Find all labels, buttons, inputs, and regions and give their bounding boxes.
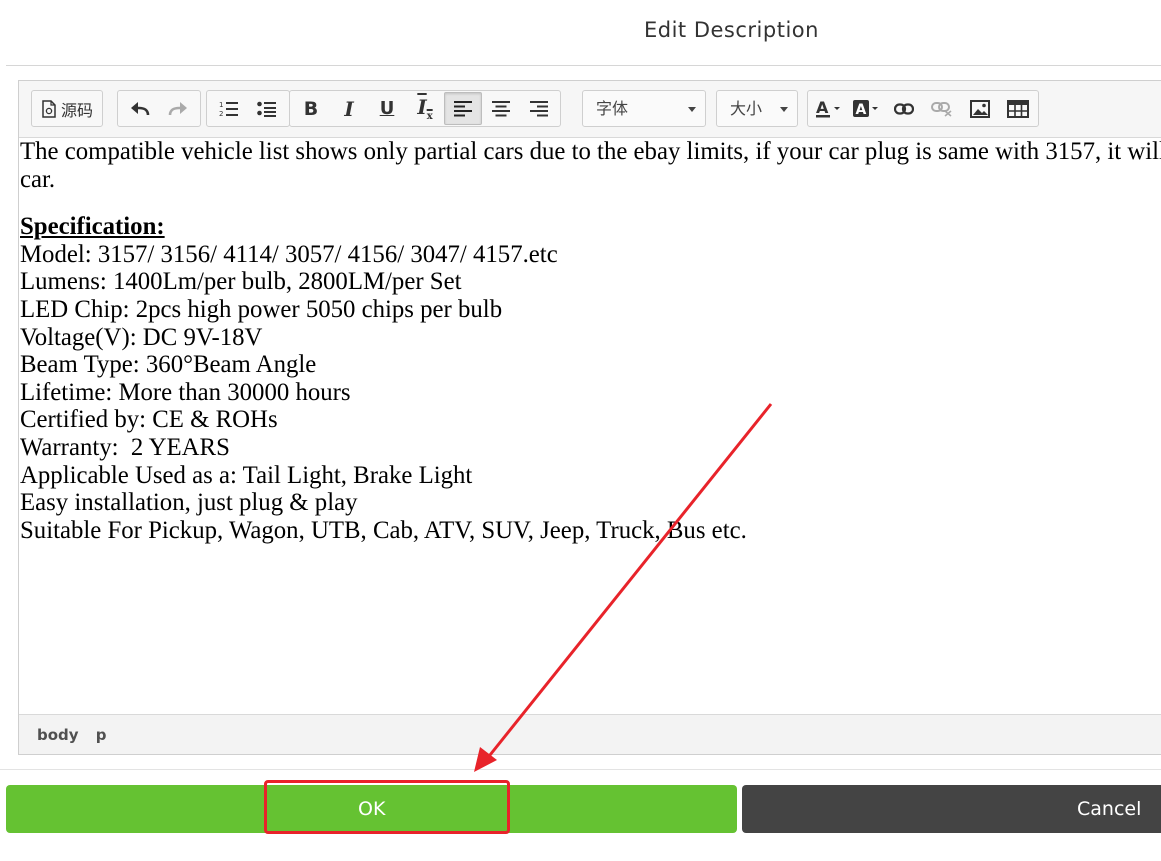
ok-button[interactable]: OK [6,785,737,833]
align-left-button[interactable] [444,92,482,125]
source-icon [42,99,56,118]
toolbar-group-format: B I U Ix [289,90,561,127]
italic-icon: I [344,96,354,121]
spec-line: Warranty: 2 YEARS [20,433,230,461]
redo-button[interactable] [159,92,197,125]
font-family-combo-label: 字体 [596,99,629,118]
numbered-list-button[interactable]: 12 [210,92,248,125]
svg-text:2: 2 [219,110,223,118]
source-button[interactable]: 源码 [35,92,99,125]
underline-icon: U [379,98,395,119]
editor-toolbar: 源码 12 B I U Ix 字体 大小 A A [19,81,1161,138]
spec-line: Easy installation, just plug & play [20,489,358,517]
bulleted-list-button[interactable] [248,92,286,125]
source-button-label: 源码 [61,100,94,120]
intro-line: car. [20,165,56,193]
title-divider [6,65,1161,66]
spec-line: Certified by: CE & ROHs [20,406,278,434]
numbered-list-icon: 12 [219,101,238,118]
font-size-combo[interactable]: 大小 [716,90,798,127]
background-color-button[interactable]: A [847,92,885,125]
align-right-icon [530,100,548,116]
table-button[interactable] [999,92,1037,125]
spec-line: Lumens: 1400Lm/per bulb, 2800LM/per Set [20,268,462,296]
rich-text-editor: 源码 12 B I U Ix 字体 大小 A A The compatible … [18,80,1161,755]
footer-divider [0,769,1161,770]
spec-line: Applicable Used as a: Tail Light, Brake … [20,461,473,489]
chevron-down-icon [688,107,696,112]
path-item-body[interactable]: body [37,726,79,744]
align-right-button[interactable] [520,92,558,125]
chevron-down-icon [780,107,788,112]
spec-line: Lifetime: More than 30000 hours [20,378,351,406]
text-color-button[interactable]: A [809,92,847,125]
toolbar-group-history [117,90,201,127]
spec-line: Voltage(V): DC 9V-18V [20,323,263,351]
image-button[interactable] [961,92,999,125]
toolbar-group-insert: A A [807,90,1039,127]
cancel-button[interactable]: Cancel [742,785,1161,833]
toolbar-group-lists: 12 [206,90,290,127]
bold-icon: B [303,97,319,120]
element-path-bar: body p [19,714,1161,754]
background-color-icon: A [853,99,878,118]
toolbar-group-source: 源码 [31,90,104,127]
bold-button[interactable]: B [292,92,330,125]
path-item-p[interactable]: p [96,726,107,744]
font-family-combo[interactable]: 字体 [582,90,706,127]
svg-text:A: A [816,99,829,117]
unlink-icon [931,101,952,117]
specification-heading: Specification: [20,213,165,241]
ok-button-label: OK [358,798,386,820]
remove-format-icon: Ix [417,95,433,122]
undo-button[interactable] [121,92,159,125]
italic-button[interactable]: I [330,92,368,125]
intro-paragraph: The compatible vehicle list shows only p… [20,138,1161,193]
undo-icon [131,101,150,115]
bulleted-list-icon [257,101,276,117]
align-center-icon [492,100,510,116]
spec-line: LED Chip: 2pcs high power 5050 chips per… [20,295,503,323]
editor-content-area[interactable]: The compatible vehicle list shows only p… [19,138,1161,716]
align-left-icon [454,100,472,116]
svg-text:1: 1 [219,101,223,109]
unlink-button[interactable] [923,92,961,125]
dialog-title: Edit Description [644,18,819,42]
font-size-combo-label: 大小 [730,99,763,118]
link-icon [894,102,914,115]
svg-text:A: A [856,102,867,118]
cancel-button-label: Cancel [1077,798,1142,820]
image-icon [970,99,990,118]
redo-icon [168,101,187,115]
spec-line: Model: 3157/ 3156/ 4114/ 3057/ 4156/ 304… [20,240,558,268]
remove-format-button[interactable]: Ix [406,92,444,125]
align-center-button[interactable] [482,92,520,125]
text-color-icon: A [816,99,840,117]
intro-line: The compatible vehicle list shows only p… [20,138,1161,165]
link-button[interactable] [885,92,923,125]
spec-line: Suitable For Pickup, Wagon, UTB, Cab, AT… [20,516,747,544]
spec-line: Beam Type: 360°Beam Angle [20,351,317,379]
table-icon [1007,99,1029,118]
underline-button[interactable]: U [368,92,406,125]
